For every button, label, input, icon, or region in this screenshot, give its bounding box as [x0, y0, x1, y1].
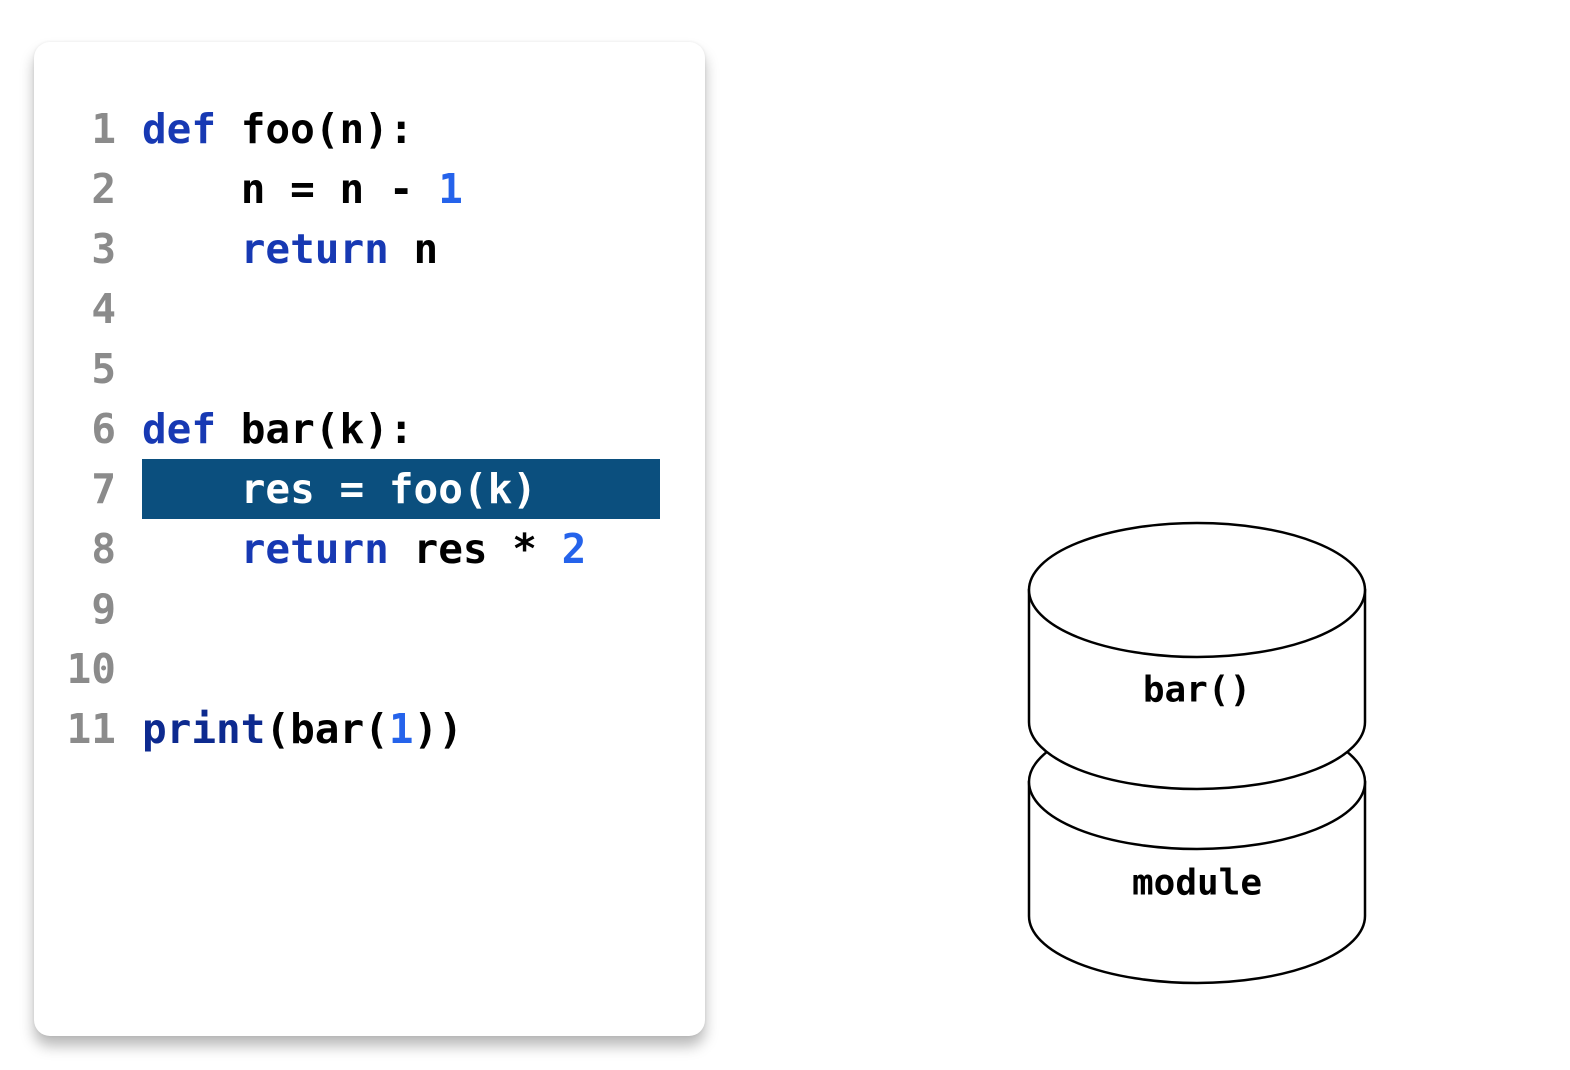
- stack-frame-label: bar(): [1143, 670, 1251, 711]
- stack-frame: bar(): [1027, 521, 1367, 791]
- cylinder-top: [1027, 521, 1367, 659]
- call-stack-diagram: module bar(): [1027, 521, 1367, 985]
- stack-frame-label: module: [1132, 863, 1262, 904]
